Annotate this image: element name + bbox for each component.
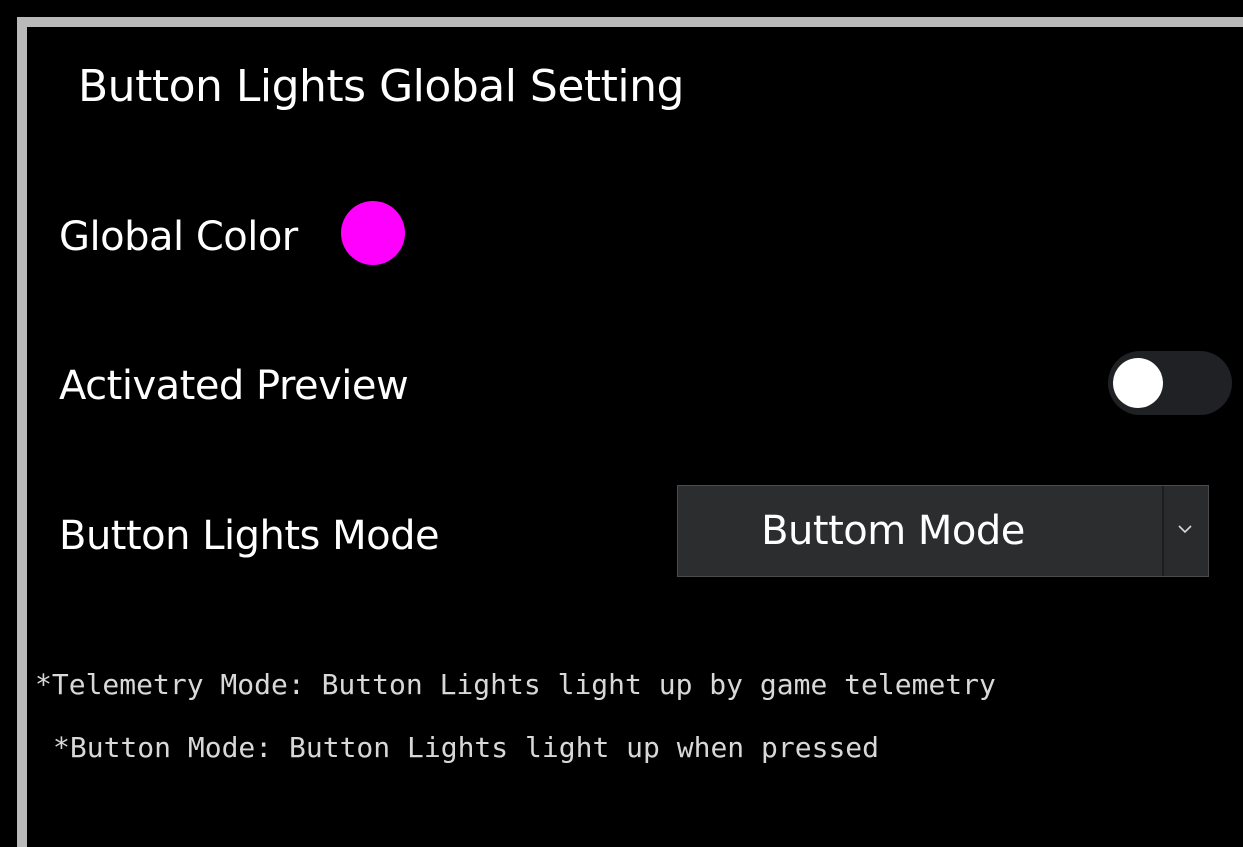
telemetry-mode-note: *Telemetry Mode: Button Lights light up … — [35, 668, 996, 701]
toggle-knob — [1113, 358, 1163, 408]
button-mode-note: *Button Mode: Button Lights light up whe… — [53, 731, 880, 764]
page-title: Button Lights Global Setting — [78, 61, 684, 112]
settings-panel — [17, 17, 1243, 847]
button-lights-mode-select[interactable]: Buttom Mode — [677, 485, 1209, 577]
activated-preview-label: Activated Preview — [59, 363, 409, 409]
chevron-down-icon — [1178, 525, 1192, 534]
activated-preview-toggle[interactable] — [1108, 351, 1232, 415]
dropdown-arrow-button[interactable] — [1162, 486, 1208, 576]
global-color-swatch[interactable] — [341, 201, 405, 265]
window-frame: Button Lights Global Setting Global Colo… — [0, 0, 1243, 847]
button-lights-mode-label: Button Lights Mode — [59, 513, 440, 559]
button-lights-mode-value: Buttom Mode — [761, 508, 1025, 554]
global-color-label: Global Color — [59, 214, 298, 260]
